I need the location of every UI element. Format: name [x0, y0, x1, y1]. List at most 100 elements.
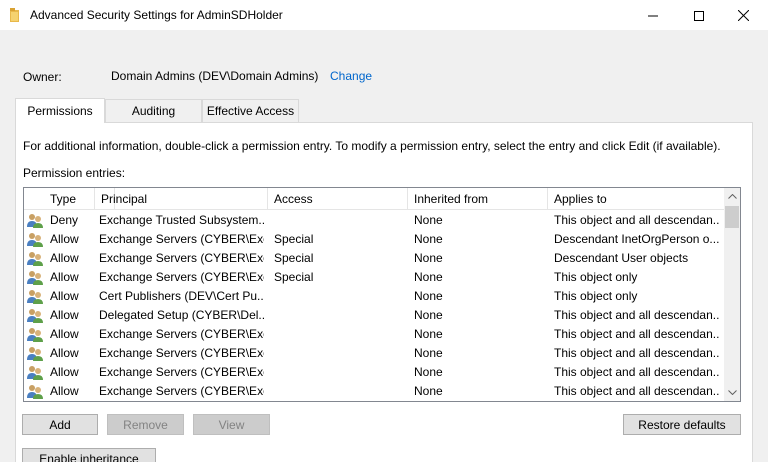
- row-access: Special: [274, 251, 314, 265]
- row-type: Allow: [50, 327, 79, 341]
- row-principal: Exchange Servers (CYBER\Exc...: [99, 365, 264, 379]
- users-group-icon: [26, 269, 44, 286]
- row-applies-to: Descendant InetOrgPerson o...: [554, 232, 720, 246]
- tab-auditing[interactable]: Auditing: [105, 99, 202, 122]
- row-type: Allow: [50, 346, 79, 360]
- row-inherited-from: None: [414, 251, 443, 265]
- add-button[interactable]: Add: [22, 414, 98, 435]
- permission-entries-label: Permission entries:: [23, 166, 126, 180]
- users-group-icon: [26, 250, 44, 267]
- close-icon: [737, 10, 749, 21]
- row-principal: Cert Publishers (DEV\Cert Pu...: [99, 289, 264, 303]
- row-applies-to: Descendant User objects: [554, 251, 689, 265]
- change-owner-link[interactable]: Change: [330, 69, 372, 83]
- row-inherited-from: None: [414, 346, 443, 360]
- users-group-icon: [26, 212, 44, 229]
- row-type: Allow: [50, 251, 79, 265]
- table-row[interactable]: Allow Exchange Servers (CYBER\Exc... Speci…: [24, 230, 724, 249]
- permission-entries-list[interactable]: Type Principal Access Inherited from App…: [23, 187, 741, 402]
- row-access: Special: [274, 270, 314, 284]
- restore-defaults-button[interactable]: Restore defaults: [623, 414, 741, 435]
- view-button[interactable]: View: [193, 414, 270, 435]
- scroll-thumb[interactable]: [725, 206, 739, 228]
- row-applies-to: This object only: [554, 270, 638, 284]
- chevron-up-icon: [727, 194, 737, 199]
- row-access: [274, 363, 404, 382]
- row-access: [274, 306, 404, 325]
- scroll-up-button[interactable]: [724, 188, 740, 205]
- row-applies-to: This object and all descendan...: [554, 365, 720, 379]
- title-bar: Advanced Security Settings for AdminSDHo…: [0, 0, 768, 31]
- maximize-button[interactable]: [676, 0, 722, 31]
- tab-permissions[interactable]: Permissions: [15, 98, 105, 123]
- tab-effective-access[interactable]: Effective Access: [202, 99, 299, 122]
- users-group-icon: [26, 288, 44, 305]
- row-type: Allow: [50, 308, 79, 322]
- row-access: [274, 287, 404, 306]
- close-button[interactable]: [720, 0, 766, 31]
- row-inherited-from: None: [414, 289, 443, 303]
- column-header-inherited-from[interactable]: Inherited from: [408, 188, 548, 210]
- row-principal: Delegated Setup (CYBER\Del...: [99, 308, 264, 322]
- row-applies-to: This object and all descendan...: [554, 213, 720, 227]
- row-principal: Exchange Servers (CYBER\Exc...: [99, 384, 264, 398]
- users-group-icon: [26, 345, 44, 362]
- users-group-icon: [26, 383, 44, 400]
- row-applies-to: This object and all descendan...: [554, 327, 720, 341]
- table-row[interactable]: Allow Cert Publishers (DEV\Cert Pu... None…: [24, 287, 724, 306]
- row-access: [274, 382, 404, 401]
- table-row[interactable]: Allow Exchange Servers (CYBER\Exc... None T…: [24, 382, 724, 401]
- minimize-button[interactable]: [630, 0, 676, 31]
- row-applies-to: This object and all descendan...: [554, 384, 720, 398]
- minimize-icon: [648, 15, 658, 16]
- users-group-icon: [26, 326, 44, 343]
- remove-button[interactable]: Remove: [107, 414, 184, 435]
- row-inherited-from: None: [414, 270, 443, 284]
- vertical-scrollbar[interactable]: [724, 188, 740, 401]
- users-group-icon: [26, 364, 44, 381]
- owner-value: Domain Admins (DEV\Domain Admins): [111, 69, 319, 83]
- table-row[interactable]: Deny Exchange Trusted Subsystem... None Thi…: [24, 211, 724, 230]
- list-header: Type Principal Access Inherited from App…: [24, 188, 724, 210]
- row-principal: Exchange Servers (CYBER\Exc...: [99, 270, 264, 284]
- row-principal: Exchange Servers (CYBER\Exc...: [99, 232, 264, 246]
- row-principal: Exchange Servers (CYBER\Exc...: [99, 327, 264, 341]
- row-inherited-from: None: [414, 384, 443, 398]
- row-type: Allow: [50, 365, 79, 379]
- table-row[interactable]: Allow Exchange Servers (CYBER\Exc... Speci…: [24, 268, 724, 287]
- column-header-access[interactable]: Access: [268, 188, 408, 210]
- table-row[interactable]: Allow Exchange Servers (CYBER\Exc... None T…: [24, 344, 724, 363]
- row-access: Special: [274, 232, 314, 246]
- column-header-applies-to[interactable]: Applies to: [548, 188, 724, 210]
- info-text: For additional information, double-click…: [23, 139, 721, 153]
- column-header-principal[interactable]: Principal: [94, 188, 268, 210]
- chevron-down-icon: [727, 390, 737, 395]
- users-group-icon: [26, 307, 44, 324]
- row-principal: Exchange Trusted Subsystem...: [99, 213, 264, 227]
- row-type: Deny: [50, 213, 79, 227]
- row-type: Allow: [50, 270, 79, 284]
- row-inherited-from: None: [414, 327, 443, 341]
- row-type: Allow: [50, 384, 79, 398]
- row-inherited-from: None: [414, 232, 443, 246]
- maximize-icon: [694, 10, 704, 21]
- row-applies-to: This object only: [554, 289, 638, 303]
- scroll-down-button[interactable]: [724, 384, 740, 401]
- row-applies-to: This object and all descendan...: [554, 346, 720, 360]
- owner-label: Owner:: [23, 70, 62, 84]
- window-title: Advanced Security Settings for AdminSDHo…: [30, 8, 283, 22]
- row-principal: Exchange Servers (CYBER\Exc...: [99, 251, 264, 265]
- table-row[interactable]: Allow Exchange Servers (CYBER\Exc... None T…: [24, 325, 724, 344]
- folder-icon: [10, 8, 20, 22]
- row-inherited-from: None: [414, 365, 443, 379]
- row-type: Allow: [50, 289, 79, 303]
- row-inherited-from: None: [414, 213, 443, 227]
- row-access: [274, 325, 404, 344]
- table-row[interactable]: Allow Delegated Setup (CYBER\Del... None Th…: [24, 306, 724, 325]
- row-applies-to: This object and all descendan...: [554, 308, 720, 322]
- row-principal: Exchange Servers (CYBER\Exc...: [99, 346, 264, 360]
- row-access: [274, 344, 404, 363]
- enable-inheritance-button[interactable]: Enable inheritance: [22, 448, 156, 462]
- table-row[interactable]: Allow Exchange Servers (CYBER\Exc... Speci…: [24, 249, 724, 268]
- table-row[interactable]: Allow Exchange Servers (CYBER\Exc... None T…: [24, 363, 724, 382]
